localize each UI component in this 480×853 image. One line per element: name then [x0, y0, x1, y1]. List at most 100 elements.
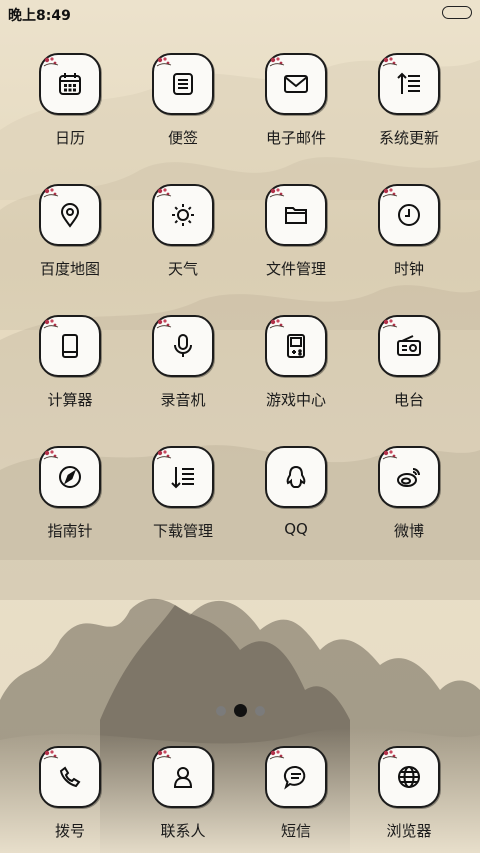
- app-label: 电子邮件: [265, 129, 326, 147]
- messages-app-icon[interactable]: [265, 746, 327, 808]
- plum-blossom-icon: [43, 750, 59, 760]
- qq-penguin-icon: [286, 465, 306, 488]
- app-clock[interactable]: 时钟: [353, 184, 465, 279]
- plum-blossom-icon: [382, 450, 398, 460]
- app-label: 指南针: [47, 522, 93, 540]
- calendar-icon: [59, 73, 81, 95]
- phone-icon: [59, 766, 81, 788]
- mail-icon: [284, 75, 308, 93]
- plum-blossom-icon: [382, 750, 398, 760]
- plum-blossom-icon: [269, 319, 285, 329]
- app-file-manager[interactable]: 文件管理: [240, 184, 352, 279]
- app-label: 系统更新: [378, 129, 439, 147]
- app-notes[interactable]: 便签: [127, 53, 239, 148]
- sun-icon: [172, 204, 194, 226]
- map-pin-icon: [60, 203, 80, 228]
- app-label: QQ: [284, 520, 308, 538]
- app-label: 浏览器: [386, 822, 432, 840]
- calculator-app-icon[interactable]: [39, 315, 101, 377]
- app-baidu-map[interactable]: 百度地图: [14, 184, 126, 279]
- plum-blossom-icon: [43, 188, 59, 198]
- browser-app-icon[interactable]: [378, 746, 440, 808]
- compass-icon: [59, 466, 81, 488]
- weibo-app-icon[interactable]: [378, 446, 440, 508]
- plum-blossom-icon: [269, 188, 285, 198]
- contact-icon: [173, 767, 193, 788]
- app-weather[interactable]: 天气: [127, 184, 239, 279]
- app-label: 短信: [280, 822, 311, 840]
- app-weibo[interactable]: 微博: [353, 446, 465, 541]
- contacts-app-icon[interactable]: [152, 746, 214, 808]
- app-label: 日历: [54, 129, 85, 147]
- folder-icon: [285, 207, 307, 224]
- dock-contacts[interactable]: 联系人: [127, 746, 239, 841]
- plum-blossom-icon: [382, 188, 398, 198]
- status-time: 晚上8:49: [8, 8, 71, 24]
- plum-blossom-icon: [382, 319, 398, 329]
- radio-icon: [397, 335, 421, 356]
- app-label: 天气: [167, 260, 198, 278]
- app-label: 录音机: [160, 391, 206, 409]
- weibo-icon: [397, 468, 420, 487]
- calculator-icon: [62, 334, 78, 358]
- app-calendar[interactable]: 日历: [14, 53, 126, 148]
- app-system-update[interactable]: 系统更新: [353, 53, 465, 148]
- notes-icon: [173, 73, 193, 95]
- app-label: 联系人: [160, 822, 206, 840]
- microphone-icon: [174, 334, 192, 357]
- system-update-app-icon[interactable]: [378, 53, 440, 115]
- email-app-icon[interactable]: [265, 53, 327, 115]
- plum-blossom-icon: [156, 750, 172, 760]
- dock-browser[interactable]: 浏览器: [353, 746, 465, 841]
- plum-blossom-icon: [156, 188, 172, 198]
- page-dot[interactable]: [215, 705, 226, 716]
- app-label: 计算器: [47, 391, 93, 409]
- plum-blossom-icon: [43, 57, 59, 67]
- message-icon: [283, 765, 306, 790]
- phone-app-icon[interactable]: [39, 746, 101, 808]
- calendar-app-icon[interactable]: [39, 53, 101, 115]
- page-indicator[interactable]: [0, 700, 480, 717]
- app-label: 文件管理: [265, 260, 326, 278]
- app-label: 百度地图: [39, 260, 100, 278]
- clock-app-icon[interactable]: [378, 184, 440, 246]
- download-manager-app-icon[interactable]: [152, 446, 214, 508]
- status-bar: 晚上8:49: [0, 0, 480, 26]
- app-label: 电台: [393, 391, 424, 409]
- globe-icon: [398, 766, 420, 788]
- compass-app-icon[interactable]: [39, 446, 101, 508]
- page-dot[interactable]: [254, 705, 265, 716]
- app-label: 便签: [167, 129, 198, 147]
- app-compass[interactable]: 指南针: [14, 446, 126, 541]
- recorder-app-icon[interactable]: [152, 315, 214, 377]
- app-label: 微博: [393, 522, 424, 540]
- dock-phone[interactable]: 拨号: [14, 746, 126, 841]
- weather-app-icon[interactable]: [152, 184, 214, 246]
- plum-blossom-icon: [269, 750, 285, 760]
- clock-icon: [398, 204, 420, 226]
- app-qq[interactable]: QQ: [240, 446, 352, 538]
- radio-app-icon[interactable]: [378, 315, 440, 377]
- app-game-center[interactable]: 游戏中心: [240, 315, 352, 410]
- map-app-icon[interactable]: [39, 184, 101, 246]
- app-radio[interactable]: 电台: [353, 315, 465, 410]
- battery-icon: [442, 6, 472, 19]
- app-label: 拨号: [54, 822, 85, 840]
- app-label: 游戏中心: [265, 391, 326, 409]
- app-label: 下载管理: [152, 522, 213, 540]
- game-console-icon: [287, 334, 305, 358]
- page-dot-current[interactable]: [233, 704, 247, 717]
- app-download-manager[interactable]: 下载管理: [127, 446, 239, 541]
- game-center-app-icon[interactable]: [265, 315, 327, 377]
- plum-blossom-icon: [382, 57, 398, 67]
- plum-blossom-icon: [269, 57, 285, 67]
- file-manager-app-icon[interactable]: [265, 184, 327, 246]
- app-recorder[interactable]: 录音机: [127, 315, 239, 410]
- dock-messages[interactable]: 短信: [240, 746, 352, 841]
- plum-blossom-icon: [156, 57, 172, 67]
- notes-app-icon[interactable]: [152, 53, 214, 115]
- app-email[interactable]: 电子邮件: [240, 53, 352, 148]
- plum-blossom-icon: [43, 450, 59, 460]
- app-calculator[interactable]: 计算器: [14, 315, 126, 410]
- qq-app-icon[interactable]: [265, 446, 327, 508]
